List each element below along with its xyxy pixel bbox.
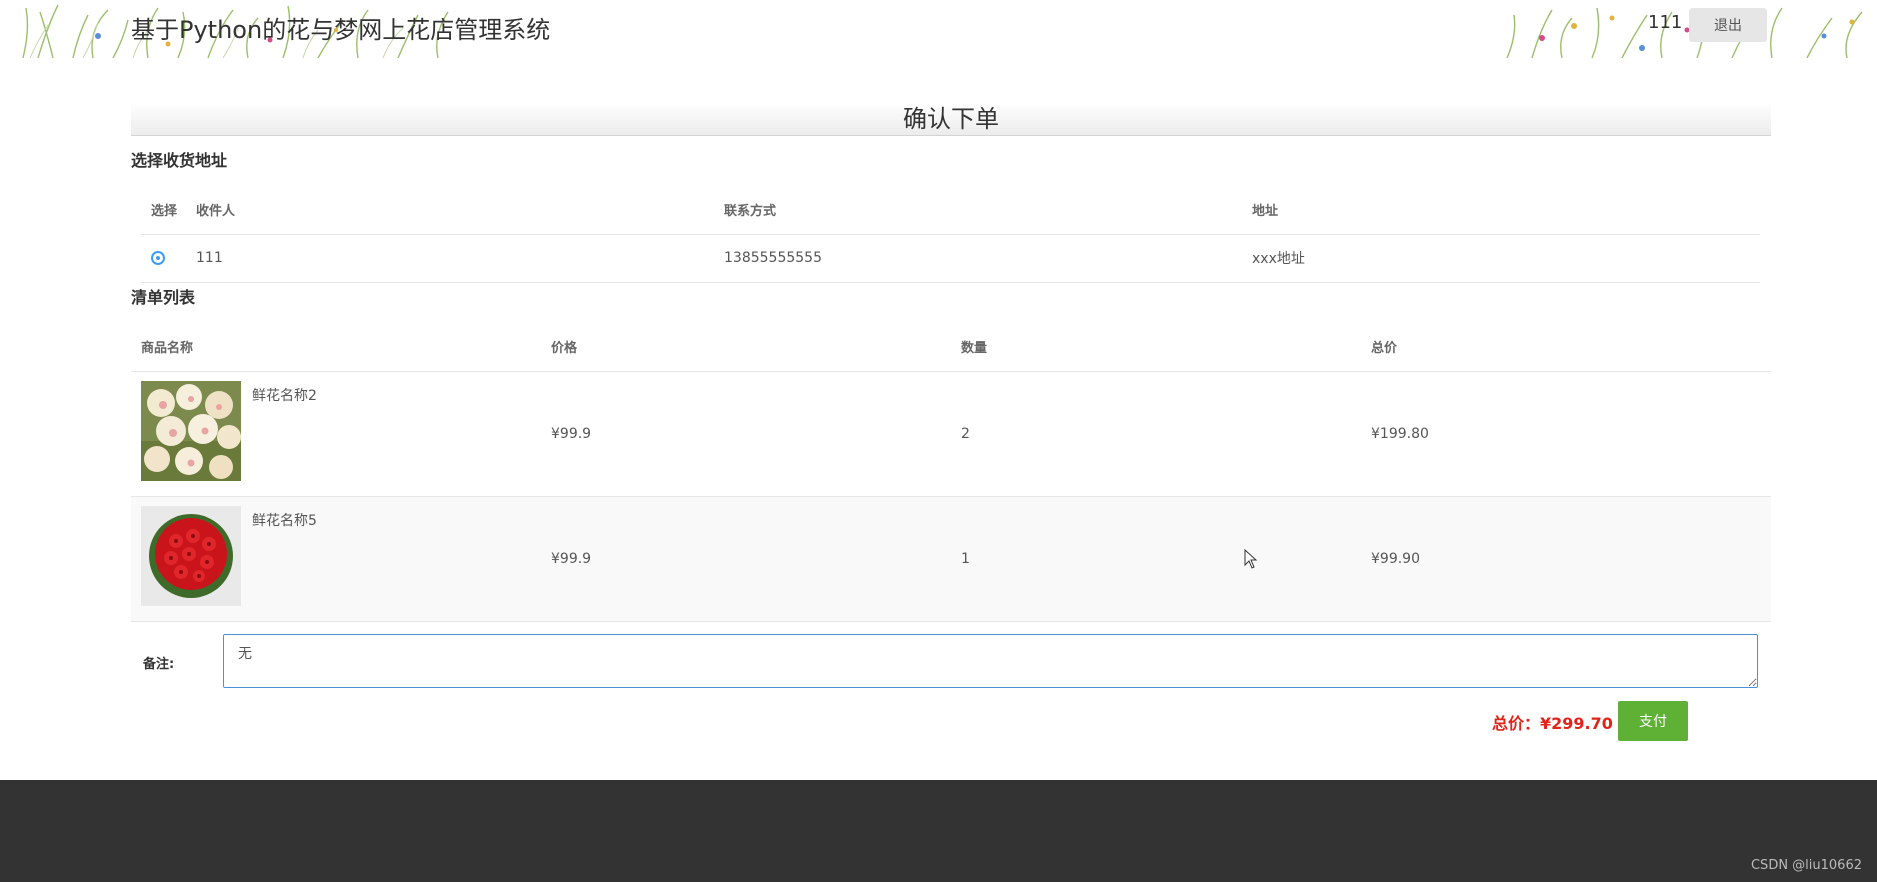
items-table: 商品名称 价格 数量 总价 鲜花名称2 ¥99.9 2 ¥199.80 鲜花名称… xyxy=(131,323,1771,622)
col-quantity: 数量 xyxy=(951,323,1361,372)
col-product-name: 商品名称 xyxy=(131,323,541,372)
product-cell: 鲜花名称5 xyxy=(141,506,541,611)
product-name[interactable]: 鲜花名称5 xyxy=(252,510,317,530)
remark-label: 备注: xyxy=(143,657,175,672)
site-title: 基于Python的花与梦网上花店管理系统 xyxy=(131,16,551,44)
product-name[interactable]: 鲜花名称2 xyxy=(252,385,317,405)
mouse-cursor-icon xyxy=(1244,549,1258,569)
col-subtotal: 总价 xyxy=(1361,323,1771,372)
top-header: 基于Python的花与梦网上花店管理系统 111 退出 xyxy=(0,0,1877,58)
address-row[interactable]: 111 13855555555 xxx地址 xyxy=(141,234,1760,283)
product-cell: 鲜花名称2 xyxy=(141,381,541,486)
page-title: 确认下单 xyxy=(903,105,999,133)
col-recipient: 收件人 xyxy=(196,186,724,235)
page-footer xyxy=(0,780,1877,882)
watermark: CSDN @liu10662 xyxy=(1750,858,1862,873)
address-radio-selected[interactable] xyxy=(151,251,165,265)
logout-button[interactable]: 退出 xyxy=(1689,8,1767,42)
item-quantity: 2 xyxy=(951,371,1361,497)
item-quantity: 1 xyxy=(951,496,1361,622)
address-table-header: 选择 收件人 联系方式 地址 xyxy=(141,186,1760,235)
col-select: 选择 xyxy=(141,186,196,235)
item-price: ¥99.9 xyxy=(541,496,951,622)
table-row: 鲜花名称5 ¥99.9 1 ¥99.90 xyxy=(131,496,1771,622)
col-price: 价格 xyxy=(541,323,951,372)
current-username: 111 xyxy=(1648,12,1683,33)
address-text: xxx地址 xyxy=(1252,234,1760,283)
item-subtotal: ¥199.80 xyxy=(1361,371,1771,497)
product-image-red-roses[interactable] xyxy=(141,506,241,606)
address-recipient: 111 xyxy=(196,234,724,283)
page-title-bar: 确认下单 xyxy=(131,102,1771,136)
item-subtotal: ¥99.90 xyxy=(1361,496,1771,622)
pay-button[interactable]: 支付 xyxy=(1618,701,1688,741)
col-phone: 联系方式 xyxy=(724,186,1252,235)
remark-input[interactable]: 无 xyxy=(223,634,1758,688)
address-section-label: 选择收货地址 xyxy=(131,151,228,170)
address-table: 选择 收件人 联系方式 地址 111 13855555555 xxx地址 xyxy=(141,186,1760,283)
product-image-white-roses[interactable] xyxy=(141,381,241,481)
items-table-header: 商品名称 价格 数量 总价 xyxy=(131,323,1771,372)
address-phone: 13855555555 xyxy=(724,234,1252,283)
item-price: ¥99.9 xyxy=(541,371,951,497)
col-address: 地址 xyxy=(1252,186,1760,235)
order-total: 总价：¥299.70 xyxy=(1492,714,1613,733)
items-section-label: 清单列表 xyxy=(131,288,196,307)
table-row: 鲜花名称2 ¥99.9 2 ¥199.80 xyxy=(131,371,1771,497)
